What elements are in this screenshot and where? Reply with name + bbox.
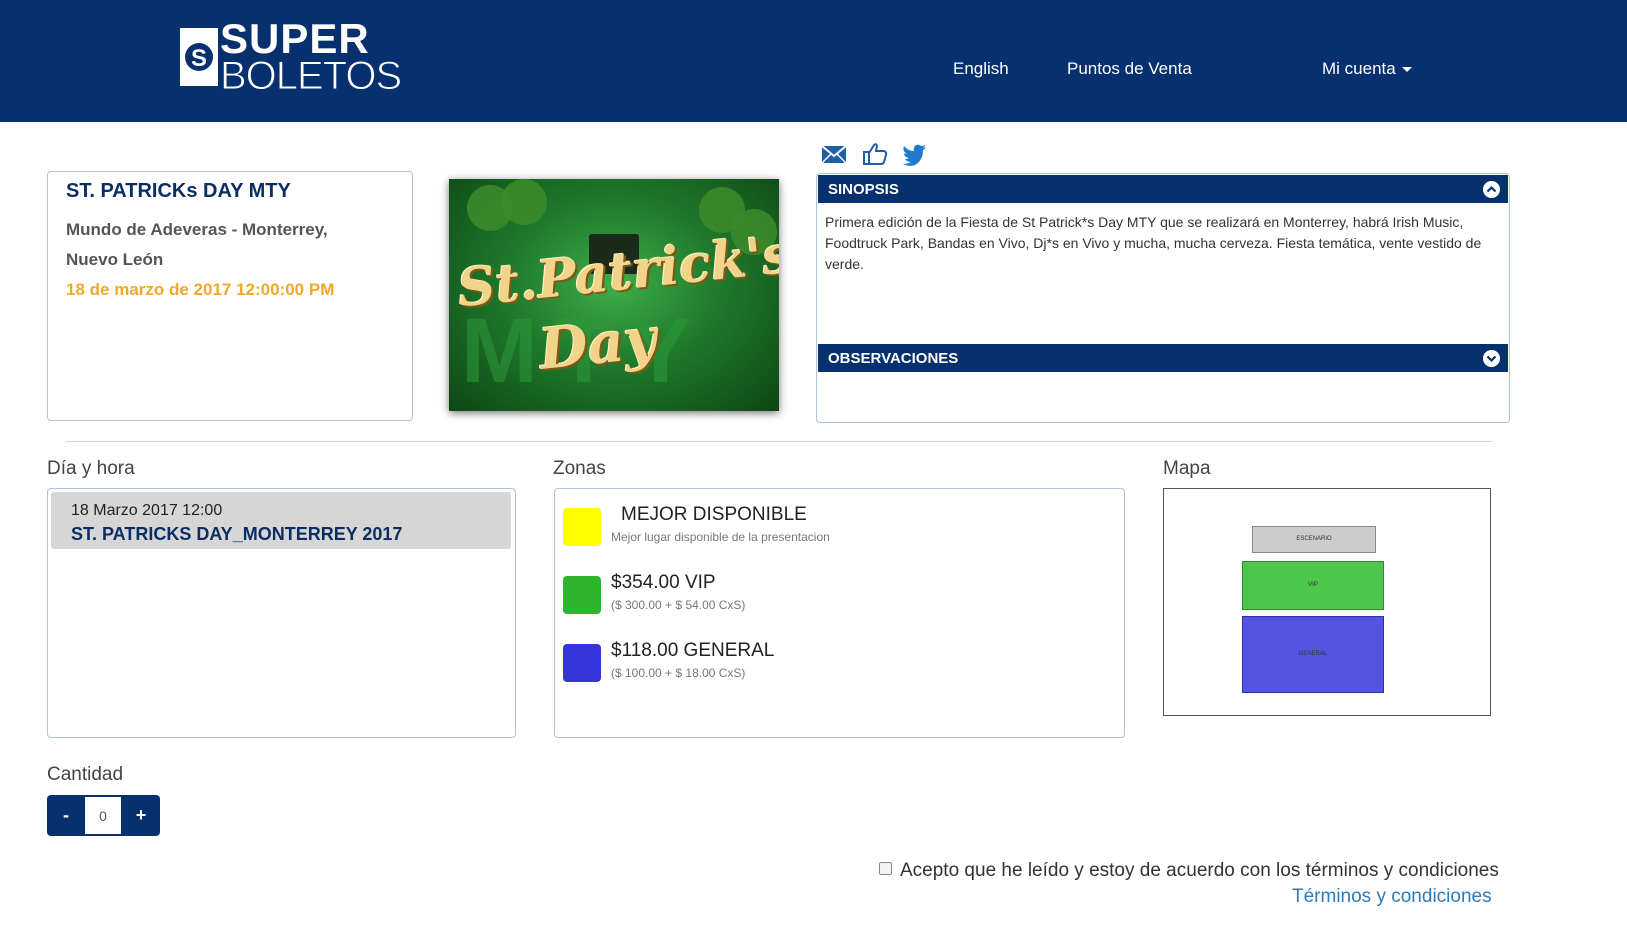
zone-title: $118.00 GENERAL — [611, 640, 775, 661]
nav-mi-cuenta-dropdown[interactable]: Mi cuenta — [1322, 59, 1412, 79]
observaciones-title: OBSERVACIONES — [828, 350, 959, 367]
zone-color-swatch — [563, 644, 601, 682]
caret-down-icon — [1401, 67, 1412, 73]
dia-hora-event-name: ST. PATRICKS DAY_MONTERREY 2017 — [71, 524, 403, 544]
dia-hora-list: 18 Marzo 2017 12:00 ST. PATRICKS DAY_MON… — [47, 488, 516, 738]
nav-english-link[interactable]: English — [953, 59, 1009, 79]
twitter-icon[interactable] — [902, 142, 928, 166]
map-zone-escenario: ESCENARIO — [1252, 526, 1376, 553]
dia-hora-date: 18 Marzo 2017 12:00 — [71, 502, 223, 519]
section-divider — [66, 441, 1492, 442]
zone-color-swatch — [563, 508, 601, 546]
zonas-label: Zonas — [553, 458, 606, 479]
clover-decoration — [501, 179, 547, 225]
logo-s-mark-icon: S — [180, 28, 218, 86]
top-navbar: S SUPER BOLETOS English Puntos de Venta … — [0, 0, 1627, 122]
zone-subtitle: ($ 300.00 + $ 54.00 CxS) — [611, 598, 746, 612]
like-icon[interactable] — [862, 142, 888, 166]
zone-color-swatch — [563, 576, 601, 614]
dia-hora-option[interactable]: 18 Marzo 2017 12:00 ST. PATRICKS DAY_MON… — [51, 492, 511, 549]
sinopsis-header[interactable]: SINOPSIS — [818, 175, 1508, 203]
event-venue: Mundo de Adeveras - Monterrey, Nuevo Leó… — [66, 215, 394, 275]
chevron-up-icon[interactable] — [1483, 181, 1500, 198]
event-info-card: ST. PATRICKs DAY MTY Mundo de Adeveras -… — [47, 171, 413, 421]
map-zone-vip[interactable]: VIP — [1242, 561, 1384, 610]
poster-day-text: Day — [535, 305, 660, 383]
event-title: ST. PATRICKs DAY MTY — [66, 180, 291, 202]
sinopsis-text: Primera edición de la Fiesta de St Patri… — [825, 214, 1482, 272]
mi-cuenta-label: Mi cuenta — [1322, 59, 1396, 78]
terms-acceptance-text: Acepto que he leído y estoy de acuerdo c… — [900, 860, 1499, 881]
zone-title: $354.00 VIP — [611, 572, 716, 593]
map-zone-general[interactable]: GENERAL — [1242, 616, 1384, 693]
zone-subtitle: ($ 100.00 + $ 18.00 CxS) — [611, 666, 746, 680]
svg-text:S: S — [191, 45, 207, 72]
logo-boletos-text: BOLETOS — [219, 54, 402, 98]
observaciones-header[interactable]: OBSERVACIONES — [818, 344, 1508, 372]
email-icon[interactable] — [821, 142, 847, 166]
sinopsis-title: SINOPSIS — [828, 181, 899, 198]
quantity-increase-button[interactable]: + — [122, 795, 160, 836]
quantity-stepper: - + — [47, 795, 160, 836]
mapa-label: Mapa — [1163, 458, 1211, 479]
event-poster-image: MTY St.Patrick's Day — [449, 179, 779, 411]
nav-puntos-de-venta-link[interactable]: Puntos de Venta — [1067, 59, 1192, 79]
venue-map: ESCENARIO VIP GENERAL — [1163, 488, 1491, 716]
quantity-decrease-button[interactable]: - — [47, 795, 85, 836]
dia-hora-label: Día y hora — [47, 458, 135, 479]
quantity-input[interactable] — [85, 797, 121, 834]
event-venue-line2: Nuevo León — [66, 250, 164, 269]
zone-title: MEJOR DISPONIBLE — [621, 504, 807, 525]
event-date: 18 de marzo de 2017 12:00:00 PM — [66, 280, 335, 299]
event-details-panel: SINOPSIS Primera edición de la Fiesta de… — [816, 173, 1510, 423]
chevron-down-icon[interactable] — [1483, 350, 1500, 367]
superboletos-logo[interactable]: S SUPER BOLETOS — [180, 18, 403, 97]
zone-subtitle: Mejor lugar disponible de la presentacio… — [611, 530, 830, 544]
event-venue-line1: Mundo de Adeveras - Monterrey, — [66, 220, 328, 239]
cantidad-label: Cantidad — [47, 764, 124, 785]
terms-checkbox[interactable] — [879, 862, 892, 875]
terms-link[interactable]: Términos y condiciones — [1292, 886, 1492, 908]
zonas-list: MEJOR DISPONIBLE Mejor lugar disponible … — [554, 488, 1125, 738]
